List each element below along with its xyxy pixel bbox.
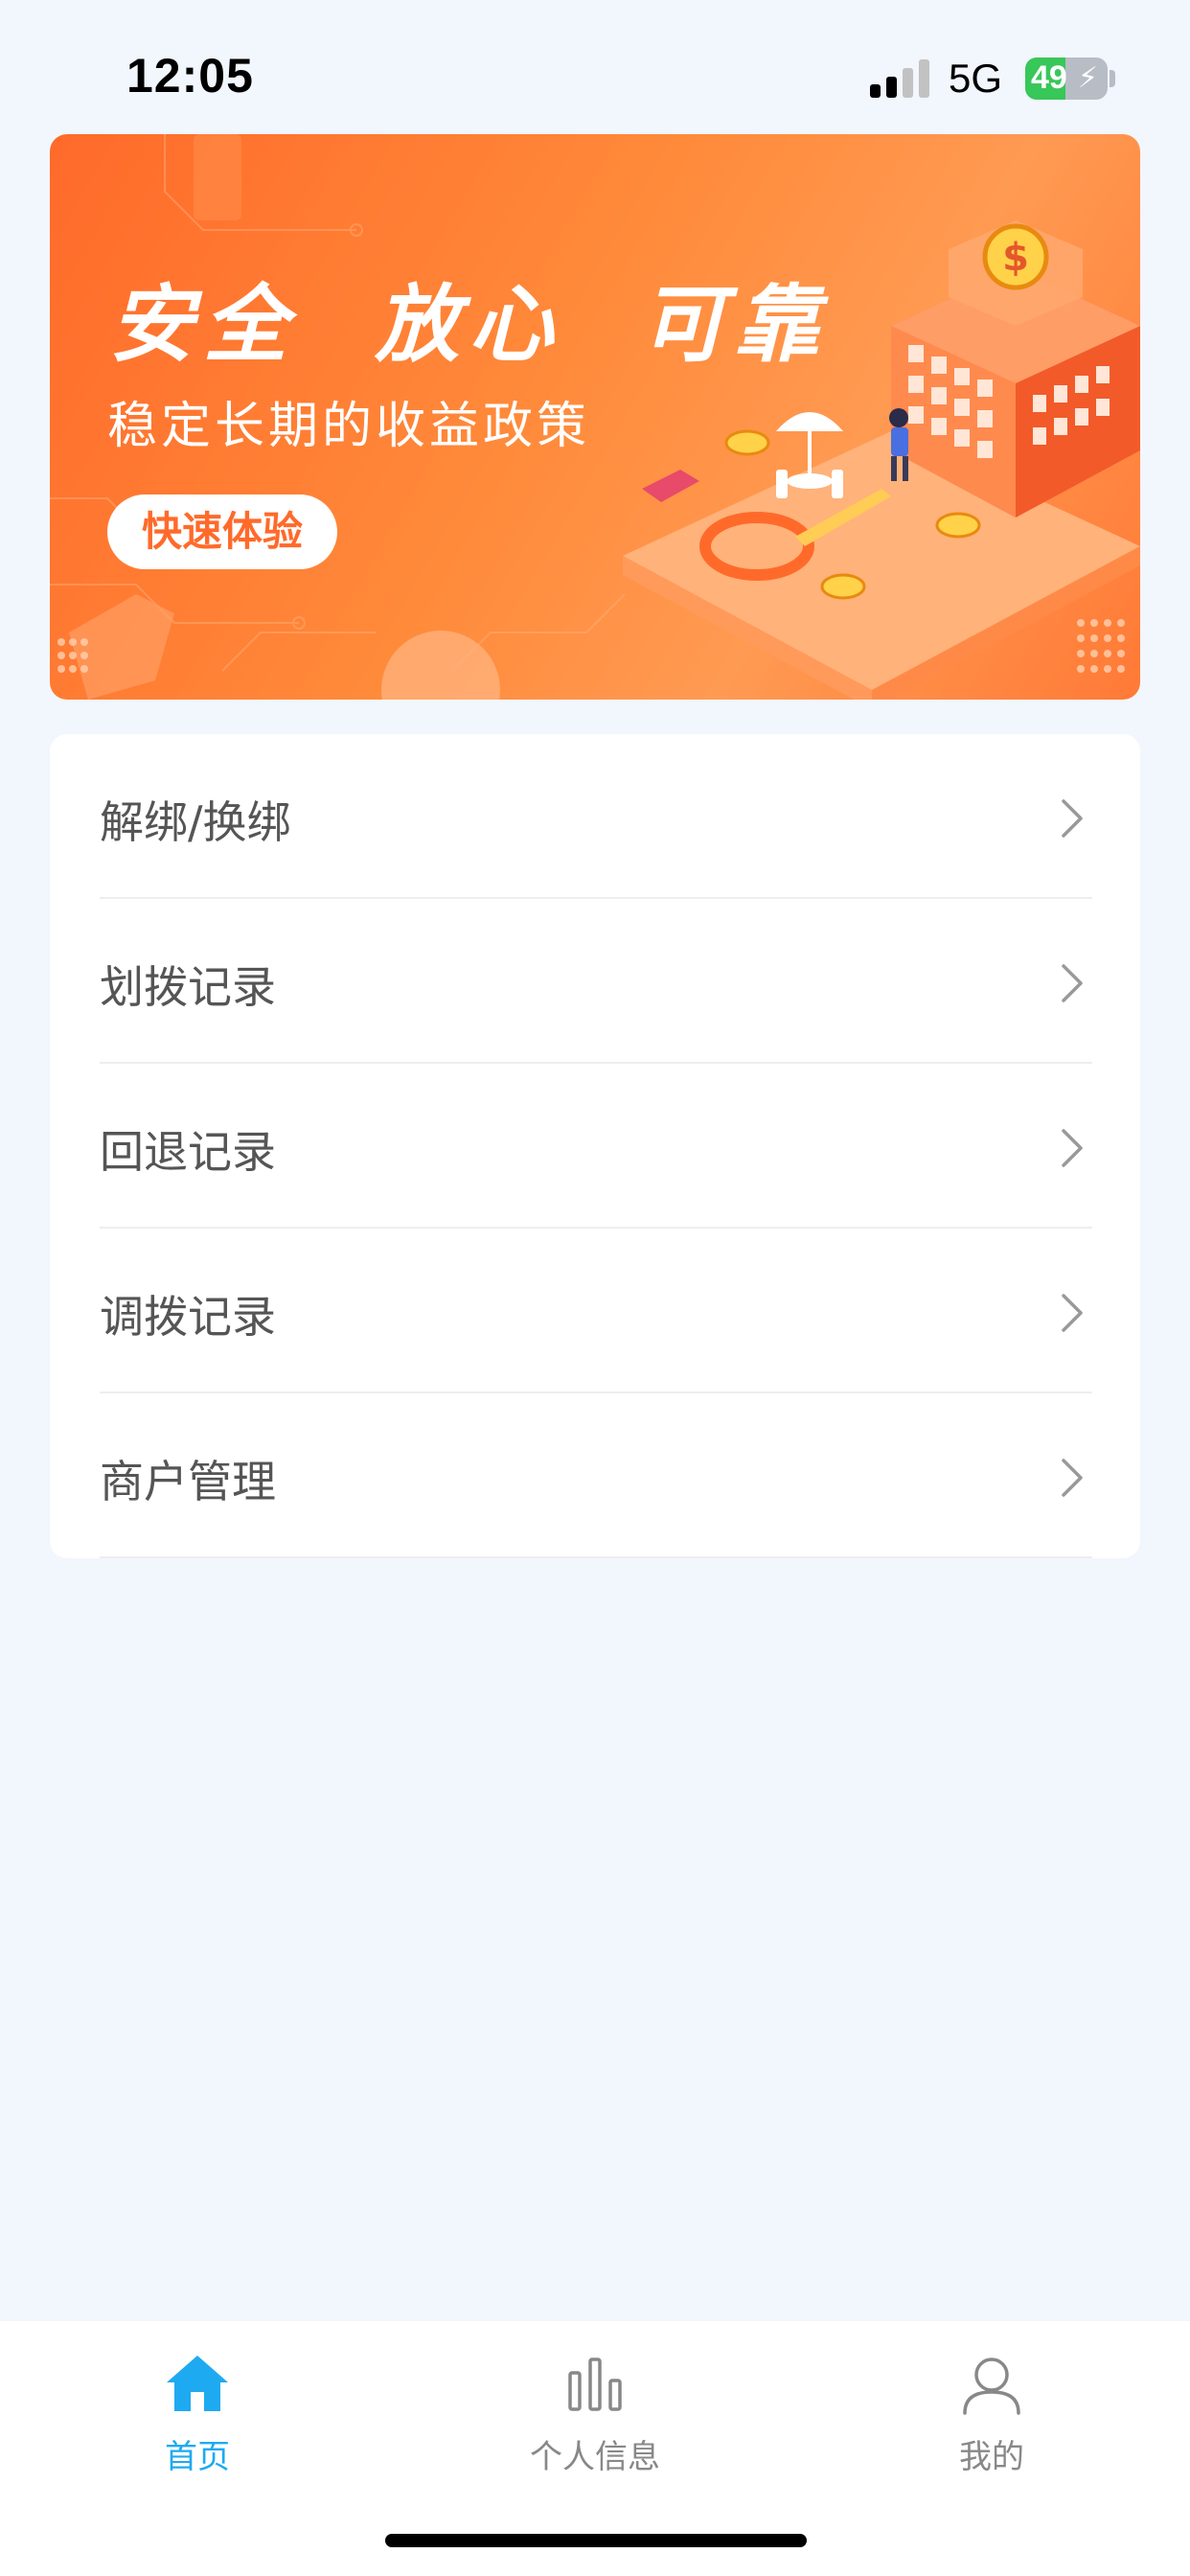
isometric-building-illustration: $ <box>623 220 1140 700</box>
menu-item-label: 回退记录 <box>100 1126 276 1178</box>
status-time: 12:05 <box>126 49 254 103</box>
menu-item-transfer-records[interactable]: 划拨记录 <box>100 899 1092 1064</box>
quick-experience-button[interactable]: 快速体验 <box>107 494 337 569</box>
menu-item-merchant-management[interactable]: 商户管理 <box>100 1393 1092 1558</box>
network-label: 5G <box>949 56 1003 101</box>
promo-banner[interactable]: $ 安全 放心 可靠 稳定长期的收益政策 快速体验 <box>50 134 1140 700</box>
svg-text:$: $ <box>1002 236 1029 280</box>
user-icon <box>963 2358 1020 2415</box>
chevron-right-icon <box>1062 1129 1083 1167</box>
chevron-right-icon <box>1062 1294 1083 1332</box>
tab-label: 首页 <box>165 2438 230 2476</box>
chevron-right-icon <box>1062 1459 1083 1497</box>
menu-item-return-records[interactable]: 回退记录 <box>100 1064 1092 1229</box>
tab-label: 我的 <box>959 2438 1024 2476</box>
bar-chart-icon <box>568 2358 622 2411</box>
menu-item-label: 调拨记录 <box>100 1291 276 1343</box>
banner-subtitle: 稳定长期的收益政策 <box>107 398 591 455</box>
chevron-right-icon <box>1062 799 1083 838</box>
charging-bolt-icon: ⚡ <box>1077 61 1098 95</box>
tab-label: 个人信息 <box>530 2438 660 2476</box>
battery-level: 49 <box>1031 59 1067 96</box>
home-icon <box>167 2356 228 2411</box>
menu-list: 解绑/换绑 划拨记录 回退记录 调拨记录 商户管理 <box>50 734 1140 1558</box>
tab-home[interactable]: 首页 <box>82 2348 312 2501</box>
tab-personal-info[interactable]: 个人信息 <box>480 2348 710 2501</box>
status-bar: 12:05 5G 49 ⚡ <box>0 0 1190 134</box>
menu-item-label: 解绑/换绑 <box>100 796 291 848</box>
menu-item-unbind-rebind[interactable]: 解绑/换绑 <box>100 734 1092 899</box>
signal-icon <box>870 59 931 98</box>
home-indicator[interactable] <box>385 2534 807 2547</box>
menu-item-allocation-records[interactable]: 调拨记录 <box>100 1229 1092 1393</box>
battery-icon: 49 ⚡ <box>1025 58 1108 100</box>
menu-item-label: 商户管理 <box>100 1456 276 1507</box>
menu-item-label: 划拨记录 <box>100 961 276 1013</box>
tab-mine[interactable]: 我的 <box>877 2348 1107 2501</box>
chevron-right-icon <box>1062 964 1083 1002</box>
banner-title: 安全 放心 可靠 <box>109 275 829 374</box>
